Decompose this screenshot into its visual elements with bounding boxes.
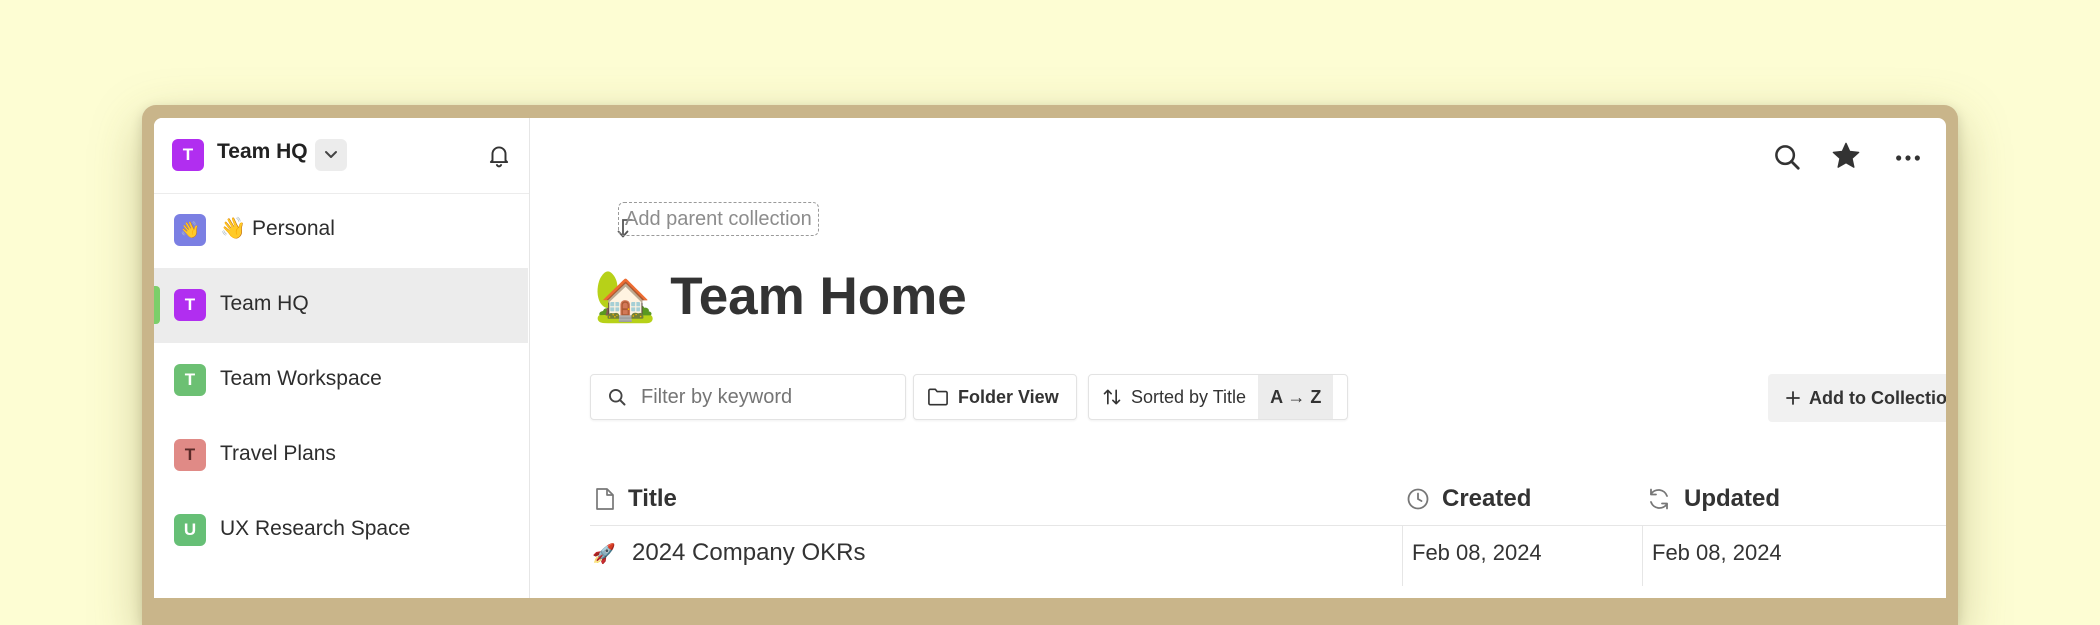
plus-icon <box>1786 391 1800 405</box>
sidebar-item-ux-research-space[interactable]: U UX Research Space <box>154 493 528 568</box>
clock-icon <box>1407 488 1429 510</box>
column-header-title[interactable]: Title <box>594 485 677 513</box>
column-divider <box>1642 526 1643 586</box>
sidebar-item-personal[interactable]: 👋 👋 Personal <box>154 193 528 268</box>
row-title[interactable]: 2024 Company OKRs <box>632 539 865 567</box>
sidebar-item-label: Team HQ <box>220 292 309 315</box>
column-header-created[interactable]: Created <box>1406 485 1531 513</box>
folder-view-label: Folder View <box>958 386 1059 407</box>
column-divider <box>1402 526 1403 586</box>
sidebar-item-label: Team Workspace <box>220 367 382 390</box>
sidebar-item-avatar: T <box>174 439 206 471</box>
sidebar-item-label: UX Research Space <box>220 517 411 540</box>
main-content: Add parent collection 🏡 Team Home Folder… <box>530 118 1946 598</box>
workspace-switcher[interactable]: T Team HQ <box>154 118 529 194</box>
sort-control[interactable]: Sorted by Title A → Z <box>1088 374 1348 420</box>
page-title[interactable]: 🏡 Team Home <box>594 266 967 327</box>
table-row[interactable]: 🚀 2024 Company OKRs Feb 08, 2024 Feb 08,… <box>590 526 1946 586</box>
search-icon <box>609 389 626 406</box>
sidebar: T Team HQ 👋 👋 Personal T Team HQ T Team … <box>154 118 530 598</box>
column-header-label: Created <box>1442 485 1532 512</box>
sort-field: Title <box>1212 386 1247 407</box>
sorted-by-text: Sorted by <box>1131 386 1209 407</box>
sort-arrows-icon <box>1103 389 1121 405</box>
sidebar-item-avatar: U <box>174 514 206 546</box>
table-header: Title Created Updated <box>590 473 1946 526</box>
filter-input[interactable] <box>639 384 883 410</box>
sidebar-item-label: Travel Plans <box>220 442 336 465</box>
workspace-avatar: T <box>172 139 204 171</box>
add-to-collection-label: Add to Collection <box>1809 387 1946 408</box>
column-header-label: Title <box>628 485 677 512</box>
star-icon[interactable] <box>1830 140 1862 172</box>
sidebar-item-travel-plans[interactable]: T Travel Plans <box>154 418 528 493</box>
sort-field-button[interactable]: Sorted by Title <box>1089 375 1246 419</box>
folder-view-button[interactable]: Folder View <box>913 374 1077 420</box>
workspace-dropdown-button[interactable] <box>315 139 347 171</box>
folder-icon <box>928 388 948 406</box>
column-header-updated[interactable]: Updated <box>1646 485 1780 513</box>
add-to-collection-button[interactable]: Add to Collection <box>1768 374 1946 422</box>
active-indicator <box>154 286 160 324</box>
row-icon: 🚀 <box>592 544 616 565</box>
chevron-down-icon <box>325 151 337 158</box>
sidebar-item-label: 👋 Personal <box>220 217 335 240</box>
row-created: Feb 08, 2024 <box>1412 540 1542 565</box>
filter-box[interactable] <box>590 374 906 420</box>
more-icon[interactable] <box>1894 144 1922 172</box>
sidebar-item-avatar: T <box>174 364 206 396</box>
row-updated: Feb 08, 2024 <box>1652 540 1782 565</box>
column-header-label: Updated <box>1684 485 1780 512</box>
search-icon[interactable] <box>1772 142 1802 172</box>
sidebar-item-avatar: T <box>174 289 206 321</box>
app-window: T Team HQ 👋 👋 Personal T Team HQ T Team … <box>154 118 1946 598</box>
page-title-text[interactable]: Team Home <box>670 266 967 327</box>
sort-order-button[interactable]: A → Z <box>1258 375 1334 419</box>
document-icon <box>596 488 614 510</box>
sort-label: Sorted by Title <box>1131 387 1246 408</box>
sidebar-item-team-workspace[interactable]: T Team Workspace <box>154 343 528 418</box>
page-emoji[interactable]: 🏡 <box>594 267 656 326</box>
sidebar-item-team-hq[interactable]: T Team HQ <box>154 268 528 343</box>
refresh-icon <box>1650 488 1668 510</box>
bell-icon[interactable] <box>486 142 512 168</box>
add-parent-collection-button[interactable]: Add parent collection <box>618 202 819 236</box>
sidebar-item-avatar: 👋 <box>174 214 206 246</box>
workspace-name[interactable]: Team HQ <box>217 140 308 164</box>
